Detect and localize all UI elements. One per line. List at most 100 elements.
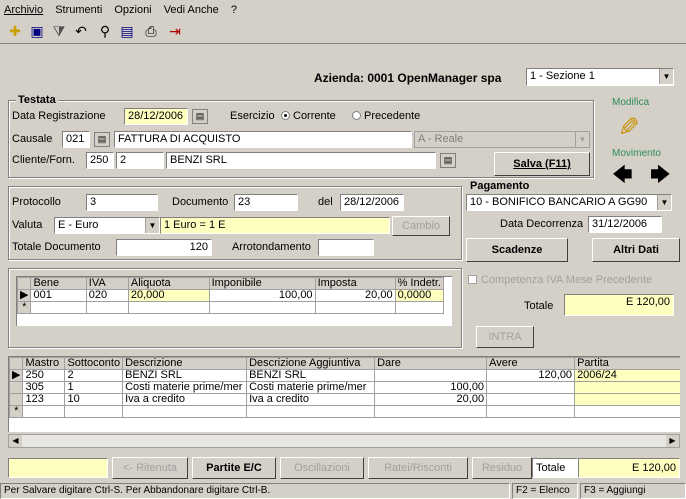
mov-header: Mastro [22,357,66,370]
competenza-checkbox[interactable]: Competenza IVA Mese Precedente [468,274,652,286]
azienda-label: Azienda: 0001 OpenManager spa [314,71,502,85]
cliente-code-field[interactable]: 250 [86,152,114,169]
pagamento-select[interactable]: 10 - BONIFICO BANCARIO A GG90 ▼ [466,194,672,211]
ritenuta-button[interactable]: <- Ritenuta [112,457,188,479]
causale-label: Causale [12,133,53,145]
undo-icon[interactable]: ↶ [70,20,92,42]
data-registrazione-field[interactable]: 28/12/2006 [124,108,188,125]
esercizio-precedente-radio[interactable]: Precedente [352,110,420,122]
cliente-sub-field[interactable]: 2 [116,152,164,169]
esercizio-label: Esercizio [230,110,275,122]
table-row[interactable]: 305 1 Costi materie prime/mer Costi mate… [9,381,680,394]
salva-button[interactable]: Salva (F11) [494,152,590,176]
causale-type-select[interactable]: A - Reale ▼ [414,131,590,148]
menu-bar: Archivio Strumenti Opzioni Vedi Anche ? [4,2,246,18]
mov-header: Descrizione Aggiuntiva [246,357,376,370]
chevron-down-icon[interactable]: ▼ [575,132,589,147]
mov-header: Descrizione [122,357,248,370]
calendar-icon[interactable]: ▤ [192,109,208,124]
menu-opzioni[interactable]: Opzioni [114,4,151,16]
arrotondamento-label: Arrotondamento [232,241,311,253]
chevron-down-icon[interactable]: ▼ [145,218,159,233]
next-arrow-icon[interactable]: 🡆 [650,160,671,194]
del-field[interactable]: 28/12/2006 [340,194,404,211]
intra-button[interactable]: INTRA [476,326,534,348]
iva-header: Aliquota [127,277,210,290]
table-row[interactable]: ▶ 001 020 20,000 100,00 20,00 0,0000 [17,289,453,302]
chevron-down-icon[interactable]: ▼ [657,195,671,210]
save-icon[interactable]: ▣ [26,20,48,42]
print-icon[interactable]: ⎙ [140,20,162,42]
status-hint: Per Salvare digitare Ctrl-S. Per Abbando… [0,483,510,499]
data-registrazione-label: Data Registrazione [12,110,106,122]
protocollo-field[interactable]: 3 [86,194,158,211]
exit-icon[interactable]: ⇥ [164,20,186,42]
altri-dati-button[interactable]: Altri Dati [592,238,680,262]
table-row[interactable]: ▶ 250 2 BENZI SRL BENZI SRL 120,00 2006/… [9,369,680,382]
arrotondamento-field[interactable] [318,239,374,256]
esercizio-corrente-radio[interactable]: Corrente [281,110,336,122]
documento-label: Documento [172,196,229,208]
menu-vedi-anche[interactable]: Vedi Anche [164,4,219,16]
scroll-right-icon[interactable]: ▶ [666,435,679,447]
residuo-button[interactable]: Residuo [472,457,532,479]
prev-arrow-icon[interactable]: 🡄 [612,160,633,194]
iva-header: IVA [85,277,129,290]
bottom-totale-field: E 120,00 [578,458,680,478]
menu-archivio[interactable]: Archivio [4,4,43,16]
preview-icon[interactable]: ▤ [116,20,138,42]
find-icon[interactable]: ⚲ [94,20,116,42]
causale-code-field[interactable]: 021 [62,131,90,148]
bottom-totale-label-box: Totale [532,458,578,478]
documento-field[interactable]: 23 [234,194,298,211]
partite-ec-button[interactable]: Partite E/C [192,457,276,479]
iva-totale-label: Totale [524,300,554,312]
cliente-label: Cliente/Forn. [12,154,75,166]
modifica-label: Modifica [612,97,650,108]
causale-lookup-icon[interactable]: ▤ [94,132,110,147]
menu-strumenti[interactable]: Strumenti [55,4,102,16]
table-row[interactable]: 123 10 Iva a credito Iva a credito 20,00 [9,393,680,406]
iva-table[interactable]: Bene IVA Aliquota Imponibile Imposta % I… [16,276,452,326]
new-icon[interactable]: ✚ [4,20,26,42]
valuta-select[interactable]: E - Euro ▼ [54,217,160,234]
table-row-new[interactable]: * [17,301,453,314]
chevron-down-icon[interactable]: ▼ [659,69,673,84]
pencil-icon[interactable]: ✎ [618,112,640,143]
data-decorrenza-field[interactable]: 31/12/2006 [588,216,662,233]
sezione-select[interactable]: 1 - Sezione 1 ▼ [526,68,674,86]
row-indicator-icon: ▶ [17,289,32,302]
totale-documento-field[interactable]: 120 [116,239,212,256]
protocollo-label: Protocollo [12,196,61,208]
new-row-icon: * [17,301,32,314]
table-row-new[interactable]: * [9,405,680,418]
mov-header: Dare [374,357,488,370]
bottom-yellow-field [8,458,108,478]
iva-totale-field: E 120,00 [564,294,674,316]
status-f3: F3 = Aggiungi [580,483,686,499]
movimento-label: Movimento [612,148,661,159]
scroll-left-icon[interactable]: ◀ [9,435,22,447]
oscillazioni-button[interactable]: Oscillazioni [280,457,364,479]
ratei-risconti-button[interactable]: Ratei/Risconti [368,457,468,479]
cliente-lookup-icon[interactable]: ▤ [440,153,456,168]
movimenti-table[interactable]: Mastro Sottoconto Descrizione Descrizion… [8,356,680,432]
iva-header: Imposta [314,277,396,290]
cliente-name-field[interactable]: BENZI SRL [166,152,436,169]
pagamento-title: Pagamento [470,180,530,192]
row-indicator-icon: ▶ [9,369,24,382]
testata-title: Testata [16,94,58,106]
scadenze-button[interactable]: Scadenze [466,238,568,262]
horizontal-scrollbar[interactable]: ◀ ▶ [8,434,680,448]
iva-header: % Indetr. [394,277,444,290]
valuta-label: Valuta [12,219,43,231]
menu-help[interactable]: ? [231,4,237,16]
filter-icon[interactable]: ⧩ [48,20,70,42]
new-row-icon: * [9,405,24,418]
status-f2: F2 = Elenco [512,483,578,499]
mov-header: Avere [486,357,576,370]
totale-documento-label: Totale Documento [12,241,101,253]
cambio-button[interactable]: Cambio [392,216,450,236]
mov-header: Sottoconto [64,357,124,370]
causale-desc-field[interactable]: FATTURA DI ACQUISTO [114,131,412,148]
